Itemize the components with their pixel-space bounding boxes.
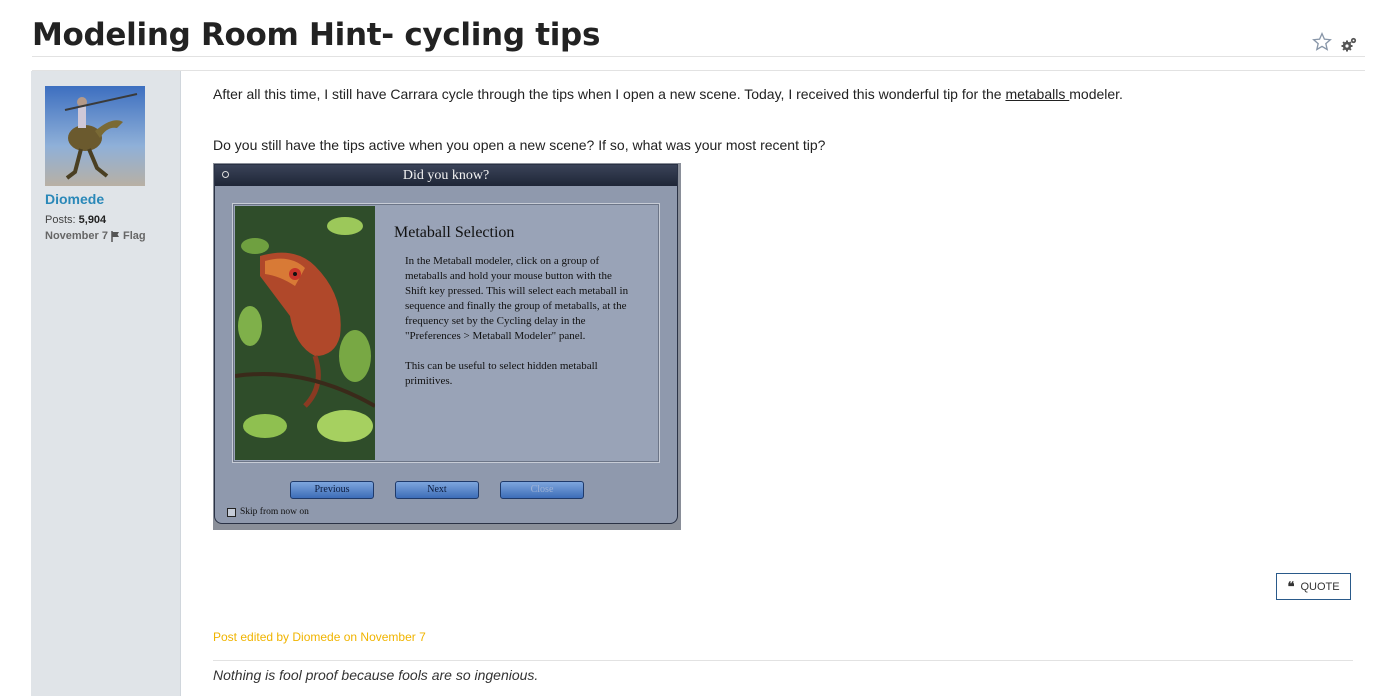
quote-icon: ❝ [1287,578,1295,594]
embedded-screenshot: Did you know? Metaball Selection In the … [213,163,681,530]
skip-label: Skip from now on [240,507,309,517]
post-paragraph: Do you still have the tips active when y… [213,137,826,153]
post-paragraph: After all this time, I still have Carrar… [213,86,1123,102]
flag-icon [111,230,119,242]
close-button[interactable]: Close [500,481,584,499]
gear-icon[interactable] [1340,36,1358,54]
previous-button[interactable]: Previous [290,481,374,499]
author-sidebar: Diomede Posts: 5,904 November 7 Flag [31,71,181,696]
dialog-title: Did you know? [402,168,490,183]
post-count: Posts: 5,904 [45,214,106,226]
tip-body: In the Metaball modeler, click on a grou… [405,254,635,404]
signature-divider [213,660,1353,661]
post-text: modeler. [1069,86,1123,102]
dialog-titlebar: Did you know? [215,165,677,186]
thread-title: Modeling Room Hint- cycling tips [32,17,601,53]
skip-option: Skip from now on [227,507,309,517]
metaballs-link[interactable]: metaballs [1005,86,1069,102]
posts-label: Posts: [45,214,76,226]
chameleon-image [235,206,375,460]
divider [32,70,1365,71]
post-date[interactable]: November 7 [45,230,108,242]
tip-paragraph: In the Metaball modeler, click on a grou… [405,255,629,342]
posts-value: 5,904 [78,214,107,226]
quote-label: QUOTE [1300,580,1340,593]
avatar[interactable] [45,86,145,186]
star-icon[interactable] [1312,31,1332,53]
signature: Nothing is fool proof because fools are … [213,667,539,683]
quote-button[interactable]: ❝ QUOTE [1276,573,1351,600]
tip-paragraph: This can be useful to select hidden meta… [405,360,598,387]
divider [32,56,1365,57]
tip-heading: Metaball Selection [394,224,515,241]
did-you-know-dialog: Did you know? Metaball Selection In the … [214,164,678,524]
author-name[interactable]: Diomede [45,191,104,207]
tip-panel: Metaball Selection In the Metaball model… [232,203,660,463]
flag-label: Flag [123,230,146,242]
post-text: After all this time, I still have Carrar… [213,86,1006,102]
flag-button[interactable]: Flag [111,230,146,242]
edit-notice: Post edited by Diomede on November 7 [213,630,426,644]
skip-checkbox[interactable] [227,507,236,517]
next-button[interactable]: Next [395,481,479,499]
